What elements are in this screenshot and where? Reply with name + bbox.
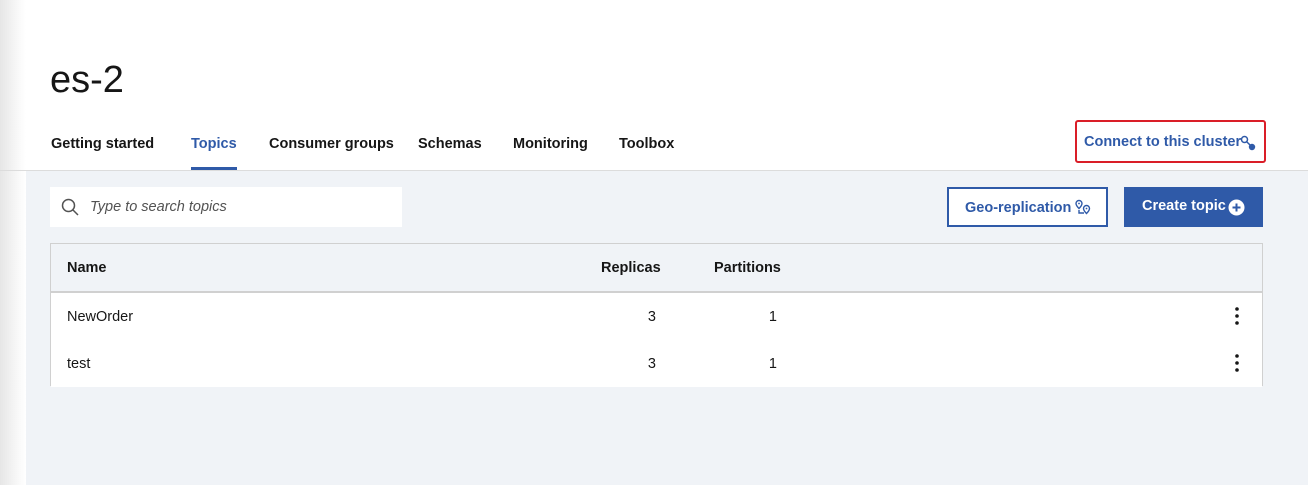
tab-monitoring[interactable]: Monitoring <box>513 128 588 170</box>
table-row[interactable]: test 3 1 <box>51 340 1262 387</box>
tab-label: Toolbox <box>619 136 675 152</box>
topics-table: Name Replicas Partitions NewOrder 3 1 te… <box>50 243 1263 387</box>
topic-partitions: 1 <box>768 309 777 325</box>
table-header: Name Replicas Partitions <box>51 244 1262 293</box>
tab-getting-started[interactable]: Getting started <box>51 128 154 170</box>
connect-label: Connect to this cluster <box>1084 134 1242 150</box>
overflow-menu-icon[interactable] <box>1229 353 1245 373</box>
topic-name[interactable]: NewOrder <box>67 309 133 325</box>
geo-replication-icon <box>1075 199 1091 215</box>
connection-icon <box>1240 135 1256 151</box>
create-topic-label: Create topic <box>1142 198 1226 214</box>
column-header-name[interactable]: Name <box>67 260 107 276</box>
overflow-menu-icon[interactable] <box>1229 306 1245 326</box>
page-header: es-2 Getting started Topics Consumer gro… <box>0 0 1308 170</box>
tab-consumer-groups[interactable]: Consumer groups <box>269 128 394 170</box>
tab-label: Consumer groups <box>269 136 394 152</box>
topic-name[interactable]: test <box>67 356 90 372</box>
page-title: es-2 <box>50 59 124 101</box>
tab-label: Schemas <box>418 136 482 152</box>
tab-label: Topics <box>191 136 237 152</box>
topic-replicas: 3 <box>647 356 656 372</box>
column-header-partitions[interactable]: Partitions <box>714 260 781 276</box>
geo-replication-button[interactable]: Geo-replication <box>947 187 1108 227</box>
topic-search[interactable] <box>50 187 402 227</box>
tab-schemas[interactable]: Schemas <box>418 128 482 170</box>
search-icon <box>61 198 79 216</box>
column-header-replicas[interactable]: Replicas <box>601 260 661 276</box>
topic-replicas: 3 <box>647 309 656 325</box>
connect-to-cluster-button[interactable]: Connect to this cluster <box>1075 120 1266 163</box>
topic-partitions: 1 <box>768 356 777 372</box>
geo-replication-label: Geo-replication <box>965 200 1072 216</box>
add-filled-icon <box>1228 199 1245 216</box>
search-input[interactable] <box>90 187 390 227</box>
tab-label: Monitoring <box>513 136 588 152</box>
table-row[interactable]: NewOrder 3 1 <box>51 293 1262 341</box>
tab-label: Getting started <box>51 136 155 152</box>
tab-toolbox[interactable]: Toolbox <box>619 128 674 170</box>
create-topic-button[interactable]: Create topic <box>1124 187 1263 227</box>
tab-topics[interactable]: Topics <box>191 128 237 170</box>
